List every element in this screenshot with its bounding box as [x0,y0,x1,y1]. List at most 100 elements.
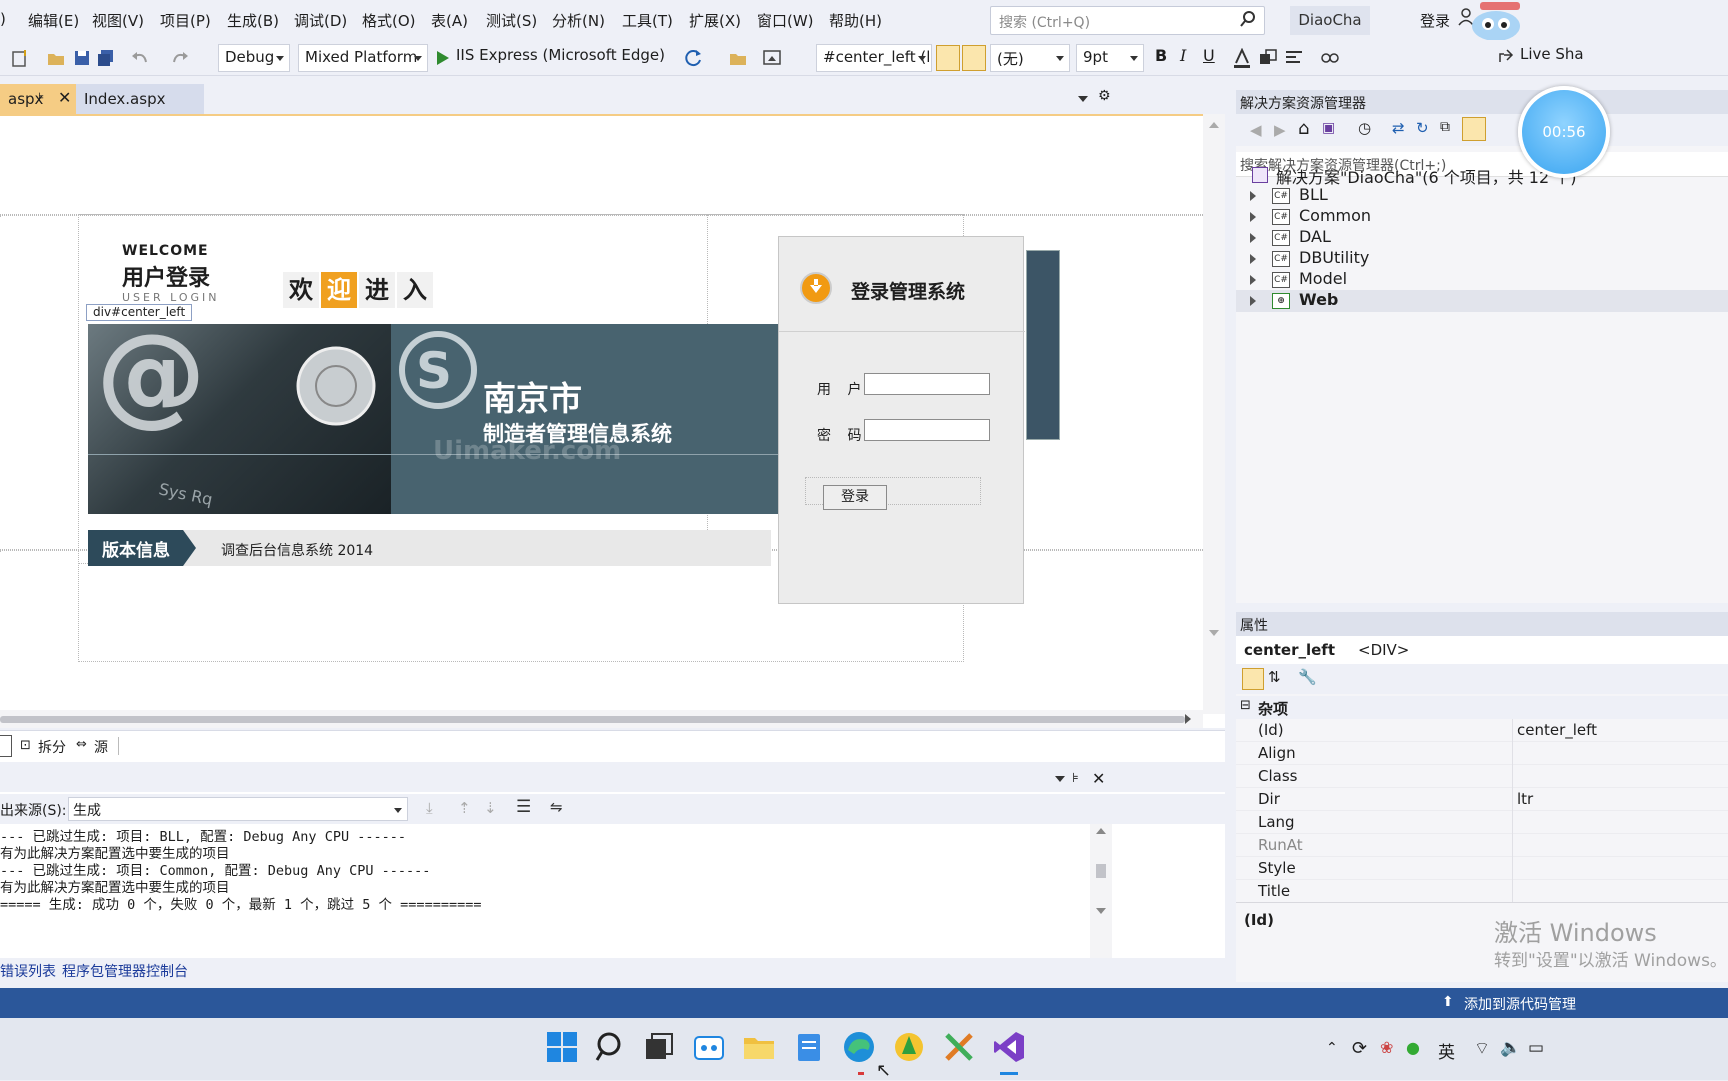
tab-package-manager-console[interactable]: 程序包管理器控制台 [62,961,188,981]
tab-design-partial[interactable] [0,735,12,757]
undo-icon[interactable] [130,48,150,68]
align-icon[interactable] [1284,48,1304,68]
volume-icon[interactable]: 🔈 [1500,1038,1521,1058]
live-share-icon[interactable] [1498,46,1516,64]
battery-icon[interactable]: ▭ [1528,1038,1544,1058]
menu-item-debug[interactable]: 调试(D) [294,10,347,31]
tab-error-list[interactable]: 错误列表 [0,961,56,981]
highlight-icon[interactable] [1258,48,1278,68]
scroll-down-icon[interactable] [1096,908,1106,914]
task-view-icon[interactable] [642,1030,676,1064]
element-selector[interactable]: #center_left (lc [816,44,932,72]
tree-item-bll[interactable]: C# BLL [1236,185,1728,207]
property-row[interactable]: Title [1236,880,1728,903]
pin-icon[interactable]: ⊧ [38,90,44,104]
property-row[interactable]: Lang [1236,811,1728,834]
open-folder-icon[interactable] [46,48,66,68]
banner-image[interactable]: @ Sys Rq S 南京市 制造者管理信息系统 Uimaker.com [88,324,778,514]
next-message-icon[interactable]: ⇣ [484,799,497,817]
link-icon[interactable] [1320,48,1340,68]
signin-link[interactable]: 登录 [1420,10,1450,31]
new-item-icon[interactable] [10,48,30,68]
expand-icon[interactable] [1250,254,1256,264]
tab-index-aspx[interactable]: Index.aspx [76,84,204,114]
property-value[interactable]: ltr [1517,790,1533,808]
alphabetical-icon[interactable]: ⇅ [1268,668,1281,686]
tree-item-web[interactable]: ⊕ Web [1236,290,1728,312]
expand-icon[interactable] [1250,233,1256,243]
menu-item-build[interactable]: 生成(B) [227,10,279,31]
forward-icon[interactable]: ▶ [1274,121,1286,139]
save-all-icon[interactable] [96,48,116,68]
position-mode-icon[interactable] [962,45,986,71]
tab-aspx[interactable]: aspx ⊧ ✕ [0,84,76,114]
menu-item-edit[interactable]: 编辑(E) [28,10,79,31]
show-all-files-icon[interactable] [1462,117,1486,141]
refresh-icon[interactable]: ↻ [1416,119,1429,137]
categorized-icon[interactable] [1242,668,1264,690]
close-icon[interactable]: ✕ [58,88,71,107]
home-icon[interactable]: ⌂ [1298,118,1309,139]
password-field[interactable] [864,419,990,441]
scroll-right-icon[interactable] [1185,714,1191,724]
word-wrap-icon[interactable]: ⇋ [550,798,563,816]
tab-split[interactable]: 拆分 [38,737,66,757]
design-mode-icon[interactable] [936,45,960,71]
wrench-icon[interactable]: 🔧 [1298,668,1317,686]
vertical-scrollbar[interactable] [1203,114,1225,714]
menu-item-analyze[interactable]: 分析(N) [552,10,605,31]
clear-all-icon[interactable]: ☰ [516,797,531,817]
browse-icon[interactable] [762,48,782,68]
menu-item-window[interactable]: 窗口(W) [757,10,814,31]
widgets-icon[interactable] [692,1030,726,1064]
object-selector[interactable]: center_left <DIV> [1236,636,1728,664]
find-message-icon[interactable]: ⤓ [426,799,433,817]
tab-overflow-icon[interactable] [1078,96,1088,102]
scroll-thumb[interactable] [0,716,1185,723]
save-icon[interactable] [72,48,92,68]
notepad-icon[interactable] [792,1030,826,1064]
folder-icon[interactable] [728,48,748,68]
redo-icon[interactable] [170,48,190,68]
expand-icon[interactable] [1250,275,1256,285]
italic-button[interactable]: I [1180,46,1186,65]
style-dropdown[interactable]: (无) [990,44,1070,72]
solution-node[interactable]: 解决方案"DiaoCha"(6 个项目，共 12 个) [1236,164,1728,187]
menu-item-format[interactable]: 格式(O) [362,10,416,31]
refresh-icon[interactable] [684,48,704,68]
font-size-dropdown[interactable]: 9pt [1076,44,1144,72]
scroll-down-icon[interactable] [1209,630,1219,636]
expand-icon[interactable] [1250,296,1256,306]
gear-icon[interactable]: ⚙ [1098,88,1111,104]
tab-source[interactable]: 源 [94,737,108,757]
tree-item-model[interactable]: C# Model [1236,269,1728,291]
search-input[interactable]: 搜索 (Ctrl+Q) [990,6,1265,35]
horizontal-scrollbar[interactable] [0,710,1203,728]
property-row[interactable]: Dir ltr [1236,788,1728,811]
property-row[interactable]: Align [1236,742,1728,765]
expand-icon[interactable] [1250,212,1256,222]
username-field[interactable] [864,373,990,395]
back-icon[interactable]: ◀ [1250,121,1262,139]
menu-item-table[interactable]: 表(A) [431,10,468,31]
login-button[interactable]: 登录 [823,485,887,510]
scroll-thumb[interactable] [1096,864,1106,878]
prev-message-icon[interactable]: ⇡ [458,799,471,817]
platform-dropdown[interactable]: Mixed Platform [298,44,428,72]
visual-studio-icon[interactable] [992,1030,1026,1064]
tree-item-dbutility[interactable]: C# DBUtility [1236,248,1728,270]
selected-element-tag[interactable]: div#center_left [86,304,193,321]
property-row[interactable]: Class [1236,765,1728,788]
expand-icon[interactable] [1250,191,1256,201]
menu-item-view[interactable]: 视图(V) [92,10,144,31]
category-row[interactable]: ⊟ 杂项 [1236,696,1728,719]
tray-app-icon[interactable]: ❀ [1380,1038,1393,1057]
tool-icon[interactable] [942,1030,976,1064]
property-row[interactable]: RunAt [1236,834,1728,857]
chevron-down-icon[interactable] [1055,776,1065,782]
ime-indicator[interactable]: 英 [1438,1038,1455,1063]
scroll-up-icon[interactable] [1209,122,1219,128]
tree-item-common[interactable]: C# Common [1236,206,1728,228]
config-dropdown[interactable]: Debug [218,44,290,72]
menu-item-test[interactable]: 测试(S) [486,10,537,31]
